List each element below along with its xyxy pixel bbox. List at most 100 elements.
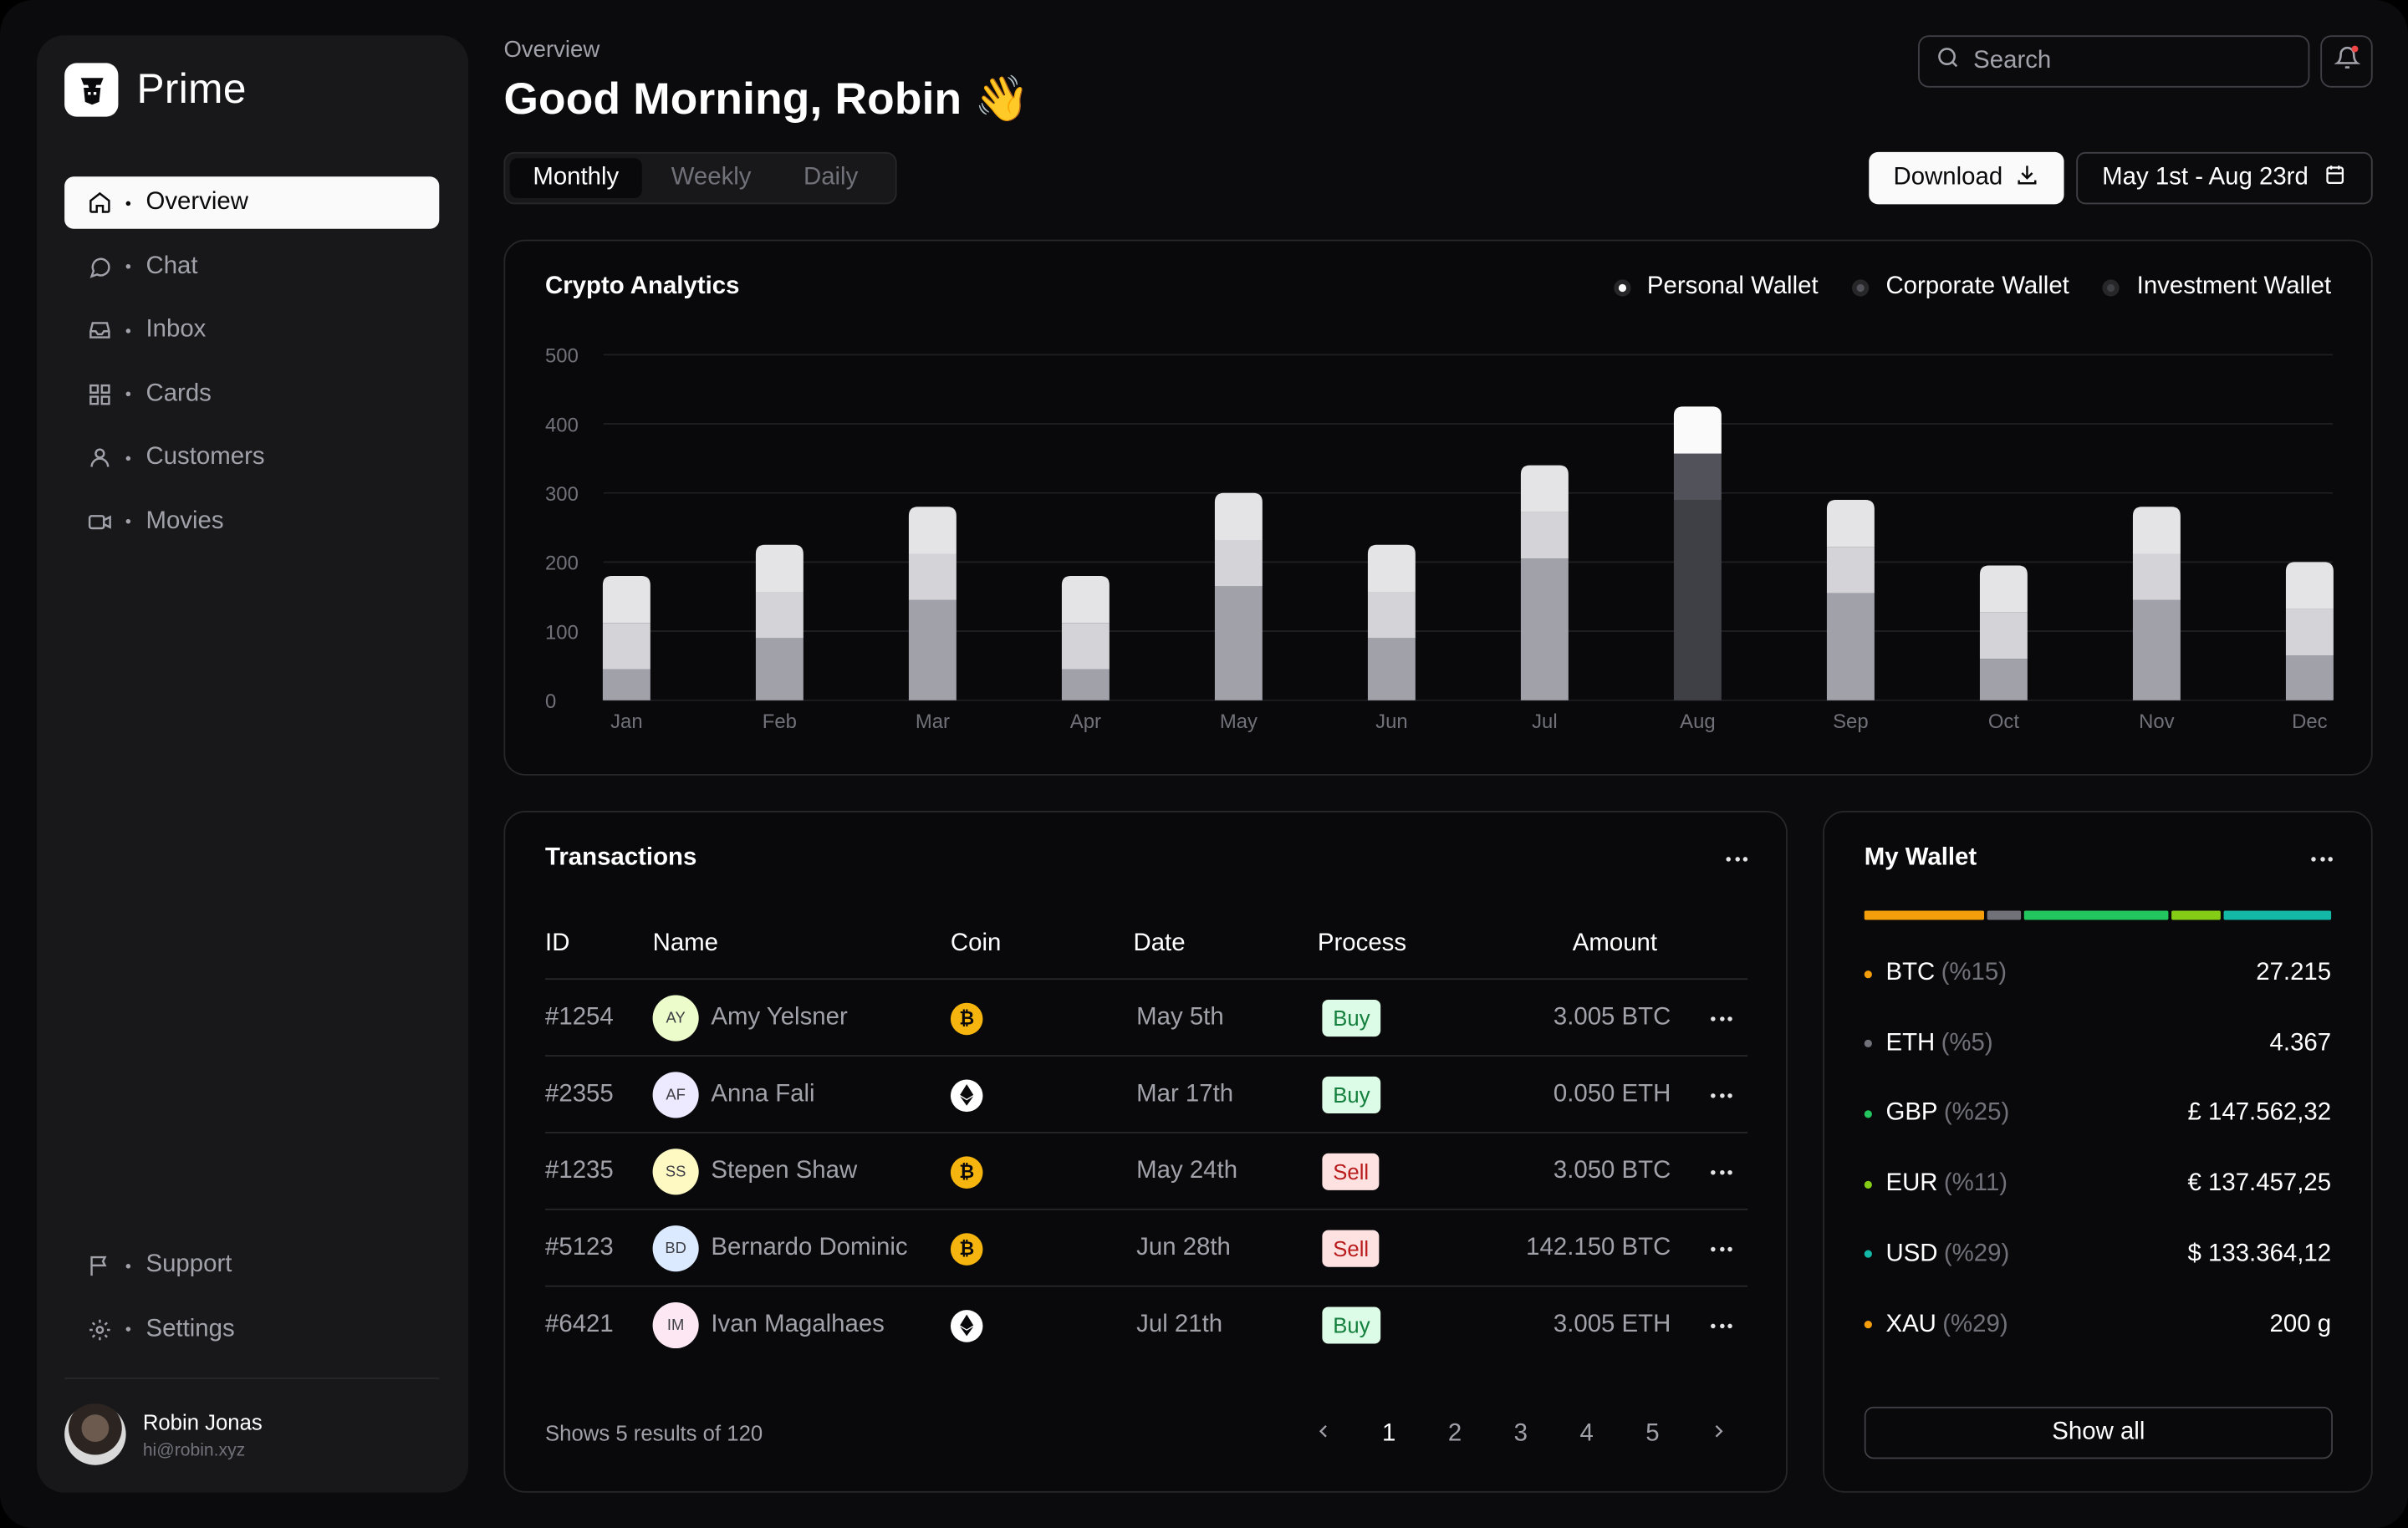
sidebar-item-movies[interactable]: Movies — [64, 495, 439, 547]
sidebar-item-customers[interactable]: Customers — [64, 431, 439, 483]
tab-daily[interactable]: Daily — [780, 158, 880, 198]
wallet-item-btc[interactable]: BTC (%15) 27.215 — [1864, 955, 2331, 992]
ethereum-icon — [950, 1078, 983, 1112]
row-customer: SS Stepen Shaw — [652, 1133, 857, 1210]
bar-segment-investment-wallet[interactable] — [1367, 638, 1416, 700]
bar-segment-investment-wallet[interactable] — [1826, 593, 1875, 700]
bar-segment-investment-wallet[interactable] — [2285, 655, 2334, 700]
bar-segment-corporate-wallet[interactable] — [2285, 609, 2334, 656]
bar-segment-investment-wallet[interactable] — [1673, 500, 1722, 700]
y-tick-label: 0 — [545, 690, 556, 713]
row-more-button[interactable] — [1707, 1310, 1737, 1341]
sidebar-item-inbox[interactable]: Inbox — [64, 304, 439, 356]
bar-segment-personal-wallet[interactable] — [1673, 406, 1722, 454]
bar-segment-personal-wallet[interactable] — [1367, 544, 1416, 592]
sidebar-item-overview[interactable]: Overview — [64, 176, 440, 229]
bar-segment-corporate-wallet[interactable] — [1979, 612, 2028, 660]
bar-segment-personal-wallet[interactable] — [1826, 500, 1875, 548]
chevron-right-icon[interactable] — [1708, 1420, 1727, 1448]
bar-segment-corporate-wallet[interactable] — [2132, 553, 2181, 600]
bar-segment-investment-wallet[interactable] — [1061, 669, 1110, 700]
bar-segment-corporate-wallet[interactable] — [602, 623, 650, 670]
bar-segment-corporate-wallet[interactable] — [1061, 623, 1110, 670]
bar-segment-corporate-wallet[interactable] — [1826, 547, 1875, 593]
bar-segment-investment-wallet[interactable] — [602, 669, 650, 700]
page-5[interactable]: 5 — [1645, 1420, 1659, 1448]
currency-code: BTC — [1885, 960, 1936, 986]
chevron-left-icon[interactable] — [1314, 1420, 1336, 1448]
row-more-button[interactable] — [1707, 1156, 1737, 1187]
row-more-button[interactable] — [1707, 1003, 1737, 1034]
notifications-button[interactable] — [2320, 35, 2373, 88]
bar-segment-personal-wallet[interactable] — [1979, 565, 2028, 613]
sidebar-item-settings[interactable]: Settings — [64, 1303, 439, 1355]
bar-segment-personal-wallet[interactable] — [908, 507, 957, 554]
bar-segment-corporate-wallet[interactable] — [908, 553, 957, 600]
bar-segment-personal-wallet[interactable] — [1214, 492, 1263, 540]
sidebar-item-support[interactable]: Support — [64, 1240, 439, 1291]
search-input[interactable]: Search — [1918, 35, 2310, 88]
home-icon — [88, 191, 112, 215]
bar-segment-investment-wallet[interactable] — [2132, 599, 2181, 700]
row-name: Amy Yelsner — [711, 1004, 848, 1031]
sidebar-item-label: Cards — [145, 379, 212, 406]
row-process: Buy — [1322, 1287, 1381, 1364]
row-amount: 142.150 BTC — [1526, 1235, 1671, 1261]
table-row[interactable]: #5123 BD Bernardo Dominic ₿ Jun 28th Sell 142.… — [545, 1208, 1748, 1286]
date-range-picker[interactable]: May 1st - Aug 23rd — [2076, 151, 2373, 205]
currency-code: USD — [1885, 1240, 1938, 1267]
x-tick-label: Mar — [916, 711, 950, 733]
bar-chart: 0 100 200 300 400 500 Jan Feb Mar Apr May Jun Jul Aug… — [545, 345, 2334, 733]
sidebar-item-chat[interactable]: Chat — [64, 241, 439, 293]
bar-segment-personal-wallet[interactable] — [755, 544, 804, 592]
wallet-item-xau[interactable]: XAU (%29) 200 g — [1864, 1306, 2331, 1343]
table-row[interactable]: #1254 AY Amy Yelsner ₿ May 5th Buy 3.005 BTC — [545, 978, 1748, 1055]
bar-segment-personal-wallet[interactable] — [1520, 465, 1569, 512]
row-customer: AF Anna Fali — [652, 1057, 815, 1133]
page-4[interactable]: 4 — [1579, 1420, 1593, 1448]
sidebar-item-label: Customers — [145, 443, 265, 471]
bar-segment-personal-wallet[interactable] — [2132, 507, 2181, 554]
bar-segment-corporate-wallet[interactable] — [1367, 591, 1416, 639]
bar-segment-personal-wallet[interactable] — [1061, 575, 1110, 624]
wallet-item-eur[interactable]: EUR (%11) € 137.457,25 — [1864, 1166, 2331, 1203]
currency-dot — [1864, 1180, 1872, 1189]
bar-segment-corporate-wallet[interactable] — [755, 591, 804, 639]
row-coin: ₿ — [950, 1133, 983, 1210]
wallet-item-gbp[interactable]: GBP (%25) £ 147.562,32 — [1864, 1096, 2331, 1133]
sidebar-item-cards[interactable]: Cards — [64, 368, 439, 420]
page-1[interactable]: 1 — [1382, 1420, 1395, 1448]
bar-segment-corporate-wallet[interactable] — [1673, 453, 1722, 501]
bar-segment-investment-wallet[interactable] — [1520, 558, 1569, 700]
bar-segment-personal-wallet[interactable] — [2285, 562, 2334, 609]
row-more-button[interactable] — [1707, 1080, 1737, 1111]
tab-monthly[interactable]: Monthly — [509, 158, 642, 198]
wallet-item-usd[interactable]: USD (%29) $ 133.364,12 — [1864, 1236, 2331, 1273]
show-all-button[interactable]: Show all — [1864, 1406, 2333, 1459]
transactions-more-button[interactable] — [1722, 843, 1752, 874]
bar-segment-investment-wallet[interactable] — [755, 638, 804, 700]
wallet-item-eth[interactable]: ETH (%5) 4.367 — [1864, 1026, 2331, 1062]
page-3[interactable]: 3 — [1514, 1420, 1528, 1448]
currency-share: (%11) — [1943, 1170, 2008, 1197]
table-row[interactable]: #6421 IM Ivan Magalhaes Jul 21th Buy 3.005 ET… — [545, 1285, 1748, 1364]
table-row[interactable]: #1235 SS Stepen Shaw ₿ May 24th Sell 3.050 BTC — [545, 1132, 1748, 1210]
user-profile[interactable]: Robin Jonas hi@robin.xyz — [64, 1403, 263, 1465]
download-button[interactable]: Download — [1869, 151, 2064, 205]
page-2[interactable]: 2 — [1448, 1420, 1462, 1448]
bar-segment-personal-wallet[interactable] — [602, 575, 650, 624]
transactions-card: Transactions ID Name Coin Date Process A… — [503, 811, 1788, 1493]
bar-segment-investment-wallet[interactable] — [908, 599, 957, 700]
bar-segment-corporate-wallet[interactable] — [1214, 539, 1263, 587]
tab-weekly[interactable]: Weekly — [648, 158, 774, 198]
table-row[interactable]: #2355 AF Anna Fali Mar 17th Buy 0.050 ETH — [545, 1055, 1748, 1133]
bar-segment-corporate-wallet[interactable] — [1520, 512, 1569, 559]
wallet-more-button[interactable] — [2307, 843, 2338, 874]
status-badge: Buy — [1322, 1076, 1381, 1113]
row-date: May 5th — [1136, 1004, 1224, 1031]
page-title: Good Morning, Robin 👋 — [503, 75, 1030, 125]
bar-segment-investment-wallet[interactable] — [1979, 659, 2028, 700]
row-more-button[interactable] — [1707, 1233, 1737, 1264]
currency-code: EUR — [1885, 1170, 1938, 1197]
bar-segment-investment-wallet[interactable] — [1214, 586, 1263, 700]
